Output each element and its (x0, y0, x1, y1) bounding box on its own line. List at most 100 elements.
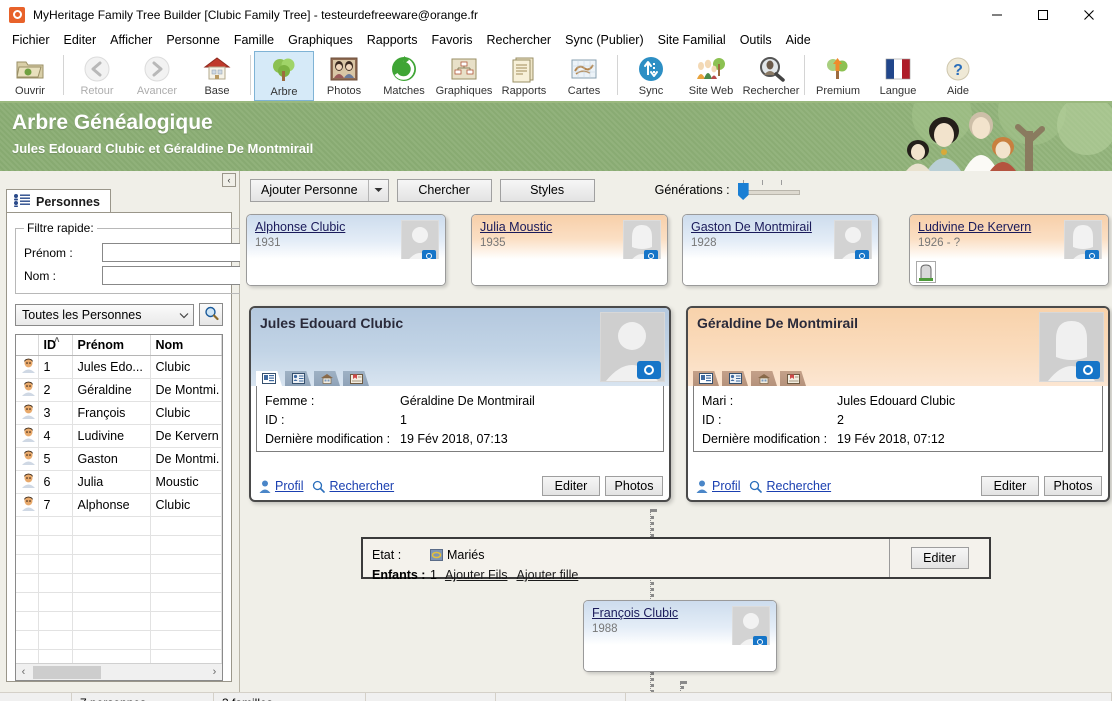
person-thumbnail[interactable] (623, 220, 661, 264)
sidebar-tab-personnes[interactable]: Personnes (6, 189, 111, 214)
family-info-box[interactable]: Etat : Mariés Enfants : 1 Ajouter Fils A… (361, 537, 991, 582)
person-photo[interactable] (600, 312, 665, 382)
menu-item-fichier[interactable]: Fichier (5, 31, 57, 49)
camera-icon[interactable] (1076, 361, 1100, 379)
people-table-hscrollbar[interactable]: ‹ › (16, 663, 222, 680)
editer-button[interactable]: Editer (542, 476, 600, 496)
menu-item-graphiques[interactable]: Graphiques (281, 31, 360, 49)
tab-sources[interactable] (780, 371, 806, 386)
person-card-grandparent[interactable]: Gaston De Montmirail 1928 (682, 214, 879, 286)
photos-button[interactable]: Photos (605, 476, 663, 496)
person-photo[interactable] (1039, 312, 1104, 382)
menu-item-famille[interactable]: Famille (227, 31, 281, 49)
search-people-button[interactable] (199, 303, 223, 326)
person-thumbnail[interactable] (1064, 220, 1102, 264)
add-person-split-button[interactable]: Ajouter Personne (250, 178, 389, 202)
toolbar-button-premium[interactable]: Premium (808, 51, 868, 101)
person-card-focus-wife[interactable]: Géraldine De Montmirail Mari: Jules Edo… (686, 306, 1110, 502)
person-card-focus-husband[interactable]: Jules Edouard Clubic Femme: Géraldine D… (249, 306, 671, 502)
people-col-id[interactable]: ID ˄ (38, 335, 73, 356)
menu-item-favoris[interactable]: Favoris (425, 31, 480, 49)
person-card-grandparent[interactable]: Ludivine De Kervern 1926 - ? (909, 214, 1109, 286)
add-person-button[interactable]: Ajouter Personne (251, 180, 368, 201)
menu-item-site-familial[interactable]: Site Familial (651, 31, 733, 49)
person-card-child[interactable]: François Clubic 1988 (583, 600, 777, 672)
toolbar-button-retour[interactable]: Retour (67, 51, 127, 101)
people-table-container[interactable]: ID ˄ Prénom Nom 1 Jules Edo... Clubic 2 Géra… (15, 334, 223, 681)
people-col-prenom[interactable]: Prénom (72, 335, 151, 356)
profil-link[interactable]: Profil (712, 479, 740, 493)
family-editer-button[interactable]: Editer (910, 547, 969, 569)
hscroll-thumb[interactable] (33, 665, 101, 679)
menu-item-aide[interactable]: Aide (779, 31, 818, 49)
tab-details[interactable] (722, 371, 748, 386)
chercher-button[interactable]: Chercher (396, 178, 492, 202)
ajouter-fille-link[interactable]: Ajouter fille (516, 565, 578, 585)
people-col-nom[interactable]: Nom (150, 335, 222, 356)
table-row[interactable]: 6 Julia Moustic (16, 470, 222, 494)
person-thumbnail[interactable] (834, 220, 872, 264)
toolbar-button-ouvrir[interactable]: Ouvrir (0, 51, 60, 101)
menu-item-rapports[interactable]: Rapports (360, 31, 425, 49)
toolbar-button-graphiques[interactable]: Graphiques (434, 51, 494, 101)
menu-item-outils[interactable]: Outils (733, 31, 779, 49)
table-row[interactable]: 7 Alphonse Clubic (16, 493, 222, 517)
scroll-left-icon[interactable]: ‹ (16, 666, 31, 678)
toolbar-button-langue[interactable]: Langue (868, 51, 928, 101)
toolbar-label: Arbre (270, 86, 298, 98)
styles-button[interactable]: Styles (499, 178, 595, 202)
menu-item-rechercher[interactable]: Rechercher (479, 31, 558, 49)
person-thumbnail[interactable] (401, 220, 439, 264)
ajouter-fils-link[interactable]: Ajouter Fils (445, 565, 508, 585)
toolbar-button-aide[interactable]: ? Aide (928, 51, 988, 101)
table-row[interactable]: 4 Ludivine De Kervern (16, 424, 222, 448)
profil-link[interactable]: Profil (275, 479, 303, 493)
tab-events[interactable] (751, 371, 777, 386)
toolbar-button-arbre[interactable]: Arbre (254, 51, 314, 101)
menu-item-afficher[interactable]: Afficher (103, 31, 159, 49)
maximize-button[interactable] (1020, 0, 1066, 29)
tab-details[interactable] (285, 371, 311, 386)
toolbar-button-matches[interactable]: Matches (374, 51, 434, 101)
tab-card-info[interactable] (256, 371, 282, 386)
photos-button[interactable]: Photos (1044, 476, 1102, 496)
minimize-button[interactable] (974, 0, 1020, 29)
page-title: Arbre Généalogique (12, 111, 213, 134)
table-row[interactable]: 2 Géraldine De Montmi. (16, 378, 222, 402)
cell-prenom: Ludivine (72, 424, 151, 448)
toolbar-button-base[interactable]: Base (187, 51, 247, 101)
person-card-grandparent[interactable]: Alphonse Clubic 1931 (246, 214, 446, 286)
close-button[interactable] (1066, 0, 1112, 29)
editer-button[interactable]: Editer (981, 476, 1039, 496)
rechercher-link[interactable]: Rechercher (329, 479, 394, 493)
table-row[interactable]: 3 François Clubic (16, 401, 222, 425)
person-thumbnail[interactable] (732, 606, 770, 650)
add-person-dropdown-icon[interactable] (367, 179, 388, 201)
tab-sources[interactable] (343, 371, 369, 386)
menu-item-editer[interactable]: Editer (57, 31, 104, 49)
menu-item-sync[interactable]: Sync (Publier) (558, 31, 651, 49)
family-tree-canvas[interactable]: Ajouter Personne Chercher Styles Générat… (240, 171, 1112, 692)
toolbar-button-sync[interactable]: Sync (621, 51, 681, 101)
table-row[interactable]: 1 Jules Edo... Clubic (16, 355, 222, 379)
toolbar-button-avancer[interactable]: Avancer (127, 51, 187, 101)
slider-thumb[interactable] (737, 183, 749, 200)
toolbar-button-rechercher[interactable]: Rechercher (741, 51, 801, 101)
menu-item-personne[interactable]: Personne (159, 31, 227, 49)
toolbar-button-cartes[interactable]: Cartes (554, 51, 614, 101)
collapse-sidebar-button[interactable]: ‹ (222, 173, 236, 187)
generations-slider[interactable] (737, 180, 800, 200)
people-scope-select[interactable]: Toutes les Personnes (15, 303, 194, 326)
rechercher-link[interactable]: Rechercher (766, 479, 831, 493)
table-row[interactable]: 5 Gaston De Montmi. (16, 447, 222, 471)
toolbar-button-site-web[interactable]: Site Web (681, 51, 741, 101)
toolbar-button-photos[interactable]: Photos (314, 51, 374, 101)
camera-icon[interactable] (637, 361, 661, 379)
people-col-icon[interactable] (16, 335, 39, 356)
tab-card-info[interactable] (693, 371, 719, 386)
person-card-grandparent[interactable]: Julia Moustic 1935 (471, 214, 668, 286)
toolbar-button-rapports[interactable]: Rapports (494, 51, 554, 101)
scroll-right-icon[interactable]: › (207, 666, 222, 678)
tab-events[interactable] (314, 371, 340, 386)
info-row: ID : 1 (265, 411, 663, 430)
